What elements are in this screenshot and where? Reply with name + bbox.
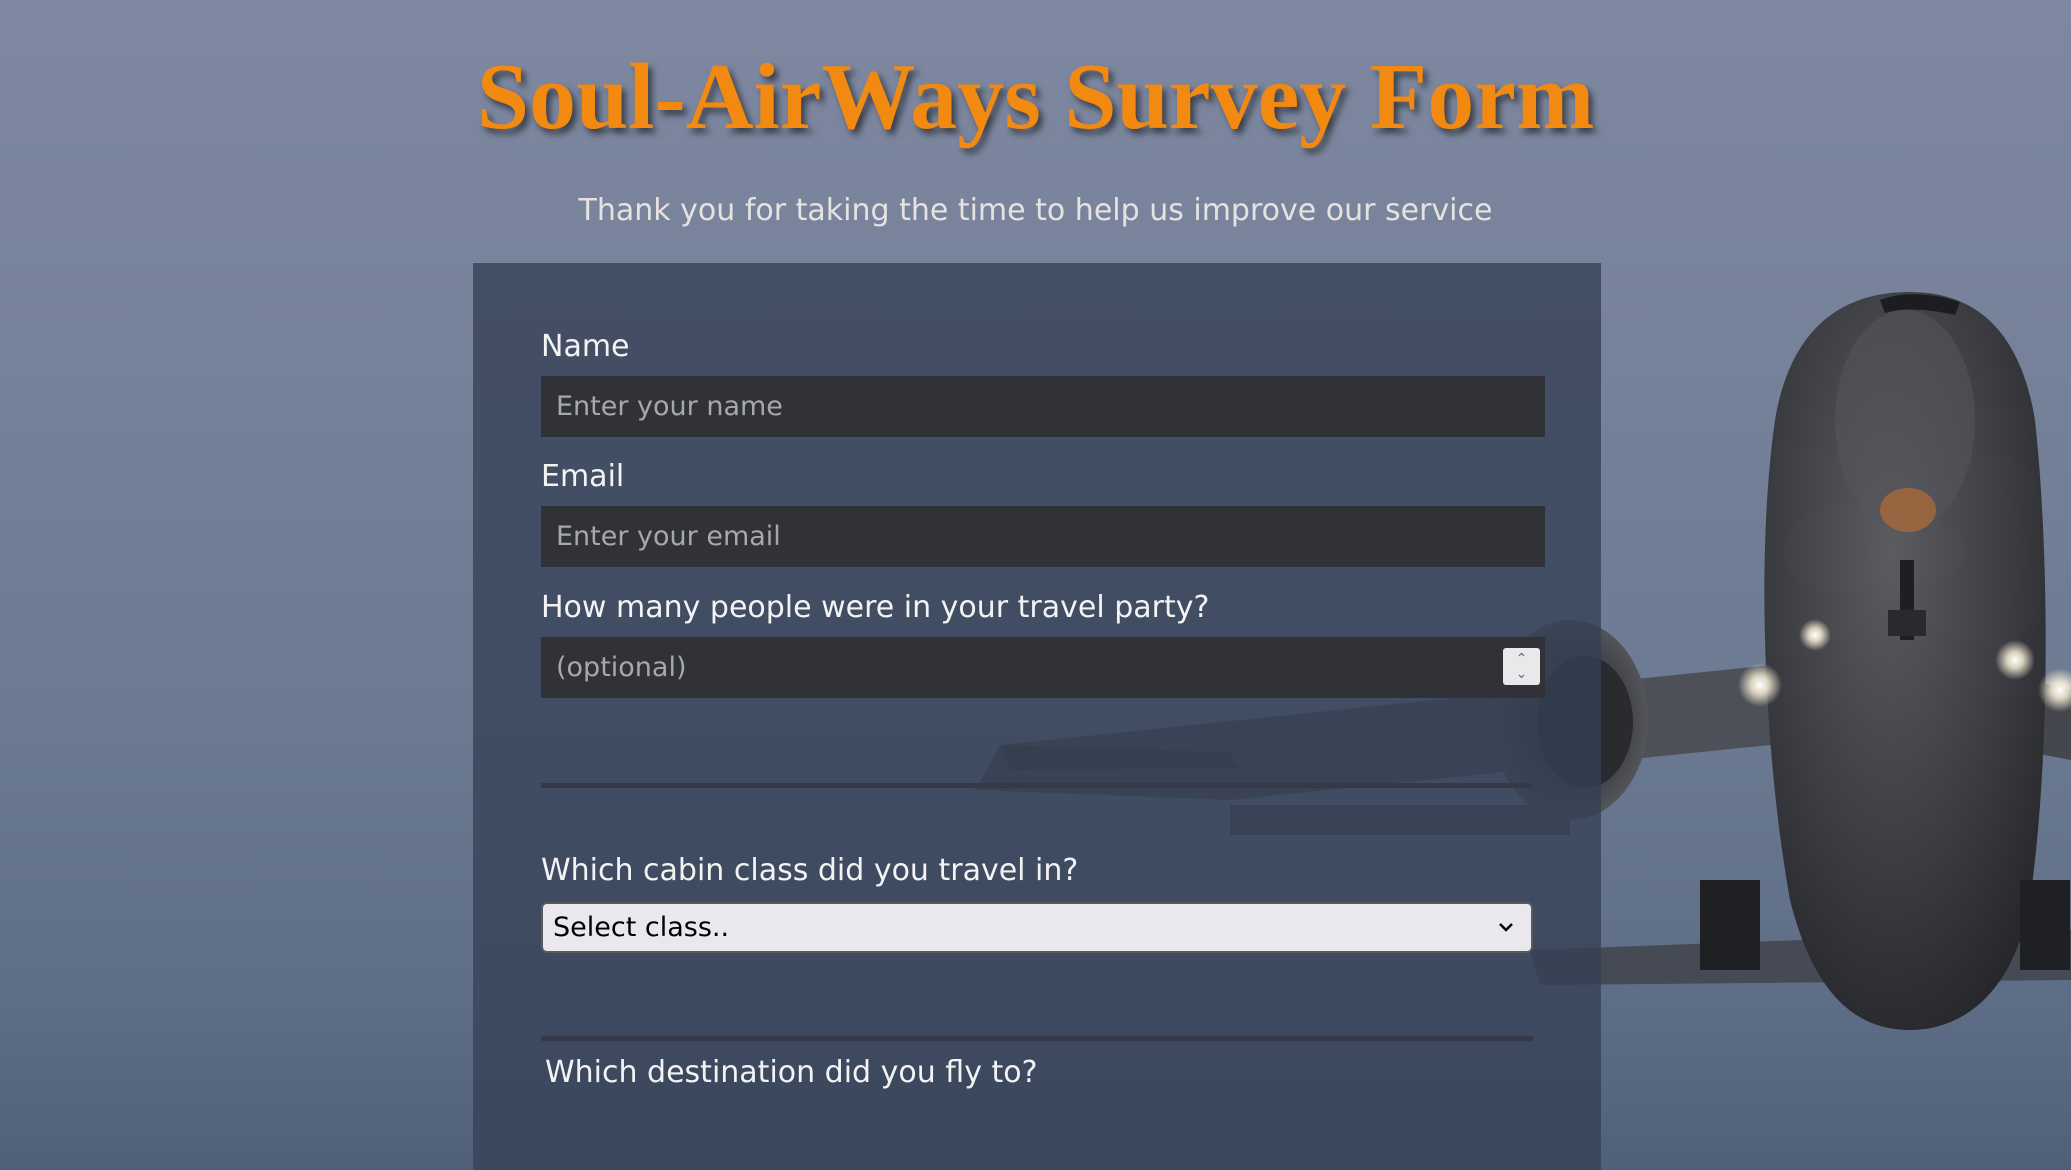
party-size-input[interactable]: [541, 637, 1545, 698]
stepper-up-icon[interactable]: ⌃: [1516, 651, 1528, 667]
chevron-down-icon: [1499, 923, 1513, 932]
page-subtitle: Thank you for taking the time to help us…: [578, 193, 1493, 228]
cabin-class-label: Which cabin class did you travel in?: [541, 853, 1079, 888]
section-divider: [541, 1036, 1533, 1041]
section-divider: [541, 783, 1533, 788]
cabin-class-selected-value: Select class..: [553, 912, 730, 943]
name-label: Name: [541, 329, 630, 364]
destination-label: Which destination did you fly to?: [545, 1055, 1038, 1090]
party-size-label: How many people were in your travel part…: [541, 590, 1210, 625]
stepper-down-icon[interactable]: ⌄: [1516, 666, 1528, 682]
page-title: Soul-AirWays Survey Form: [476, 45, 1595, 149]
email-label: Email: [541, 459, 625, 494]
name-input[interactable]: [541, 376, 1545, 437]
survey-form: Name Email How many people were in your …: [473, 263, 1601, 1170]
number-stepper-icon[interactable]: ⌃ ⌄: [1503, 648, 1540, 685]
email-input[interactable]: [541, 506, 1545, 567]
cabin-class-select[interactable]: Select class..: [541, 902, 1533, 953]
